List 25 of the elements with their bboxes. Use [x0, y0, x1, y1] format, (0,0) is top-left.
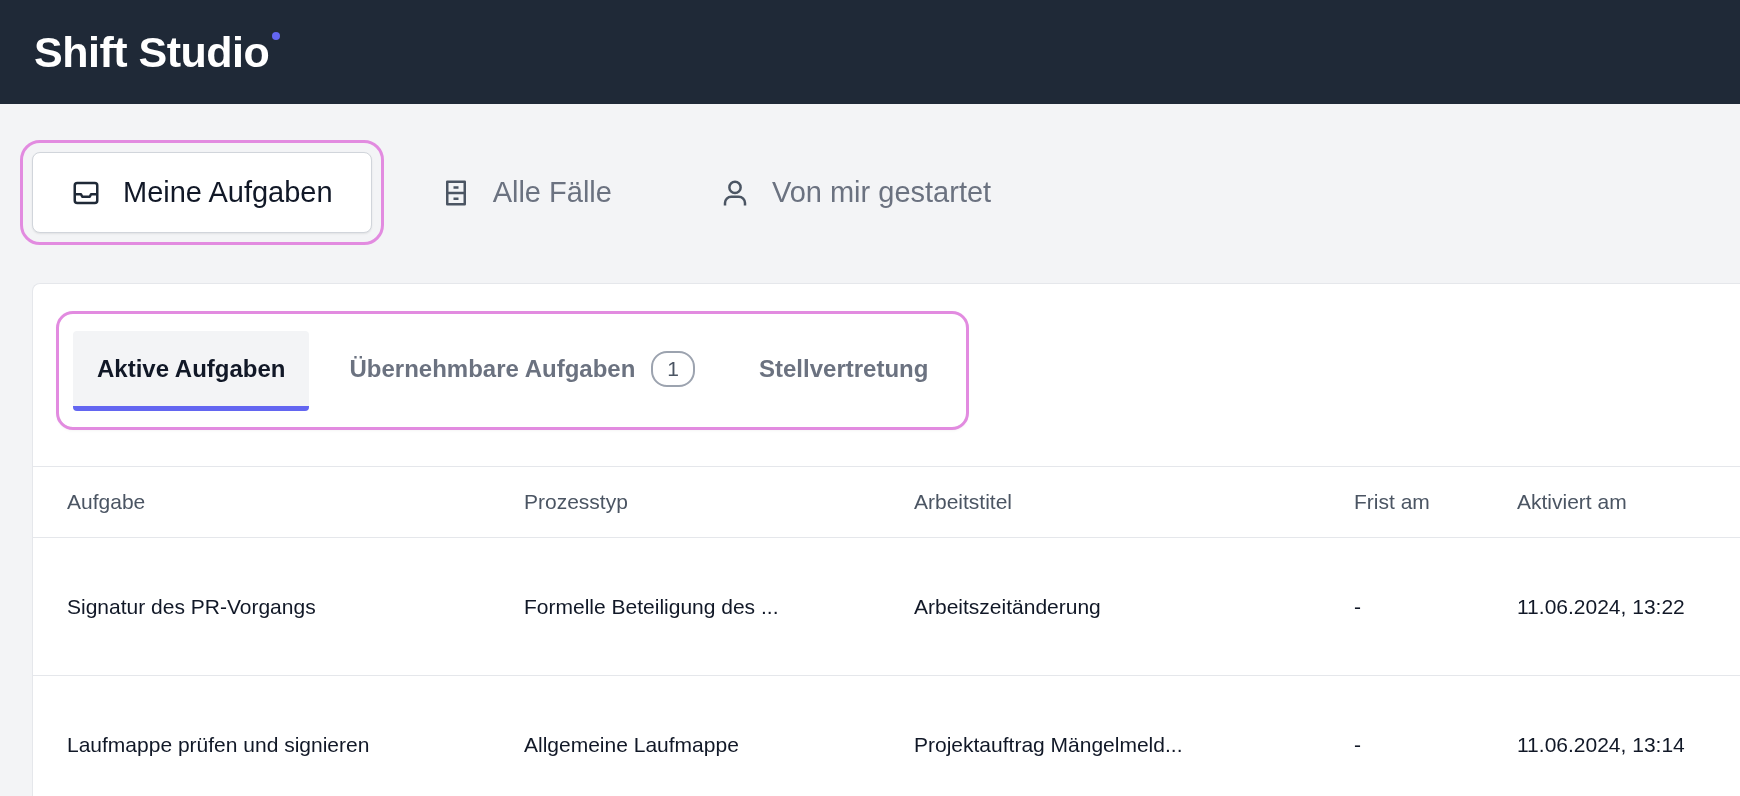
- table-row[interactable]: Signatur des PR-Vorgangs Formelle Beteiligung des ... Arbeitszeitänderung - 11.06.2024, 13:22: [33, 538, 1740, 676]
- table-cell-text: Laufmappe prüfen und signieren: [67, 732, 371, 757]
- table-cell-text: Signatur des PR-Vorgangs: [67, 594, 317, 619]
- table-row[interactable]: Laufmappe prüfen und signieren Allgemeine Laufmappe Projektauftrag Mängelmeld... - 11.06.2024, 13:14: [33, 676, 1740, 796]
- app-title: Shift Studio: [34, 27, 270, 77]
- count-badge: 1: [651, 350, 695, 387]
- table-cell-text: Projektauftrag Mängelmeld...: [914, 732, 1184, 757]
- column-header: Frist am: [1354, 490, 1431, 514]
- tab[interactable]: Aktive Aufgaben: [73, 331, 310, 411]
- column-header: Arbeitstitel: [914, 490, 1014, 514]
- tab[interactable]: Stellvertretung: [735, 331, 953, 411]
- column-header: Aufgabe: [67, 490, 147, 514]
- nav-tab[interactable]: Von mir gestartet: [680, 152, 1031, 233]
- table-cell-text: 11.06.2024, 13:22: [1517, 594, 1686, 619]
- column-header: Aktiviert am: [1517, 490, 1628, 514]
- table-cell-text: -: [1354, 594, 1362, 619]
- dot-icon: [272, 32, 281, 40]
- table-cell-text: 11.06.2024, 13:14: [1517, 732, 1686, 757]
- table-cell-text: Allgemeine Laufmappe: [524, 732, 740, 757]
- table-cell-text: Arbeitszeitänderung: [914, 594, 1102, 619]
- nav-tab[interactable]: Alle Fälle: [401, 152, 651, 233]
- table-cell-text: -: [1354, 732, 1362, 757]
- table-cell-text: Formelle Beteiligung des ...: [524, 594, 780, 619]
- tab[interactable]: Übernehmbare Aufgaben 1: [325, 331, 719, 411]
- column-header: Prozesstyp: [524, 490, 629, 514]
